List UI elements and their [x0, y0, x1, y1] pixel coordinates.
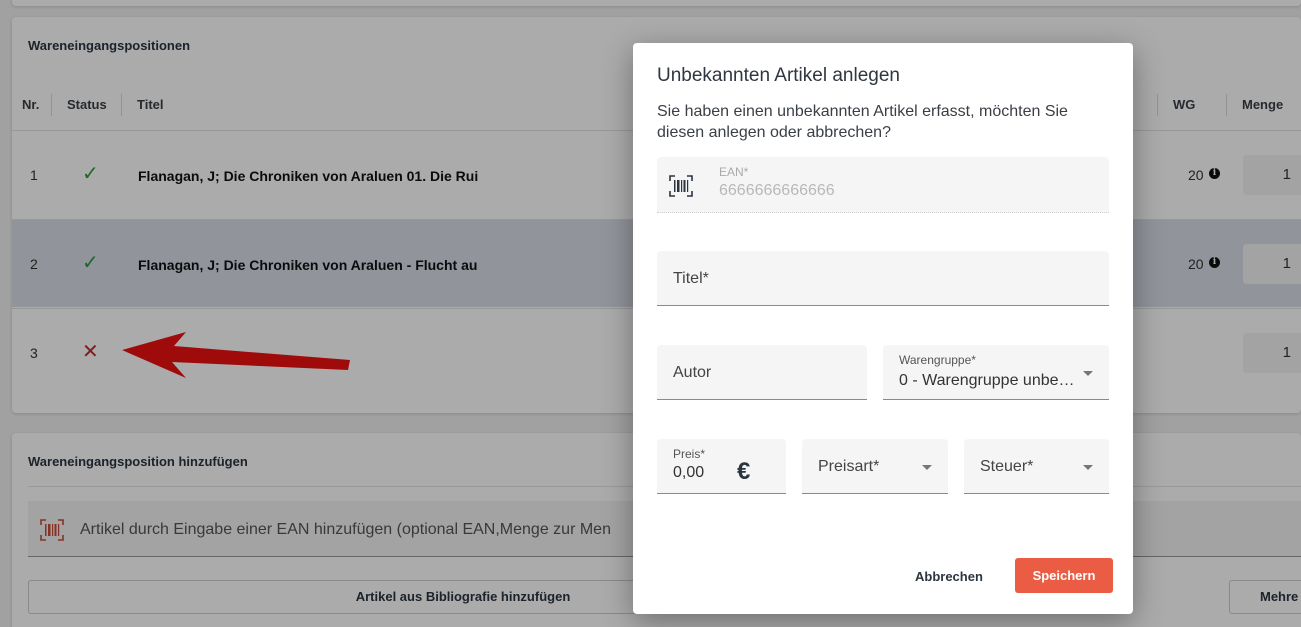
save-button[interactable]: Speichern [1015, 558, 1113, 593]
warengruppe-select[interactable]: Warengruppe* 0 - Warengruppe unbe… [883, 345, 1109, 400]
autor-placeholder: Autor [673, 364, 712, 381]
dialog-title: Unbekannten Artikel anlegen [657, 65, 900, 86]
titel-field[interactable]: Titel* [657, 251, 1109, 306]
euro-icon: € [737, 458, 751, 485]
chevron-down-icon [1083, 371, 1093, 376]
barcode-icon [669, 175, 693, 197]
titel-placeholder: Titel* [673, 270, 709, 287]
ean-label: EAN* [719, 165, 749, 179]
preis-value: 0,00 [673, 464, 705, 481]
autor-field[interactable]: Autor [657, 345, 867, 400]
preisart-placeholder: Preisart* [818, 458, 880, 475]
ean-field: EAN* 6666666666666 [657, 157, 1109, 213]
warengruppe-value: 0 - Warengruppe unbe… [899, 372, 1075, 389]
chevron-down-icon [1083, 465, 1093, 470]
chevron-down-icon [922, 465, 932, 470]
create-article-dialog: Unbekannten Artikel anlegen Sie haben ei… [633, 43, 1133, 614]
cancel-button[interactable]: Abbrechen [915, 569, 983, 584]
dialog-message: Sie haben einen unbekannten Artikel erfa… [657, 103, 1068, 141]
ean-value: 6666666666666 [719, 182, 835, 199]
steuer-select[interactable]: Steuer* [964, 439, 1109, 494]
warengruppe-label: Warengruppe* [899, 353, 976, 367]
preisart-select[interactable]: Preisart* [802, 439, 948, 494]
preis-label: Preis* [673, 447, 706, 461]
preis-field[interactable]: Preis* 0,00 € [657, 439, 786, 494]
steuer-placeholder: Steuer* [980, 458, 1034, 475]
